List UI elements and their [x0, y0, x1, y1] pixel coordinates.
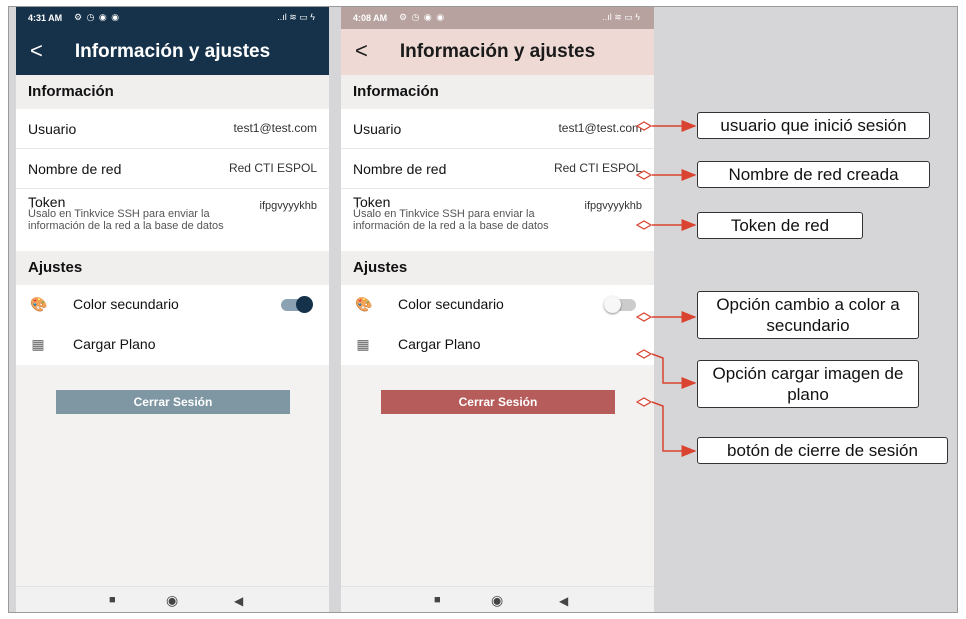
diamond-plan — [635, 349, 653, 359]
annotation-logout: botón de cierre de sesión — [697, 437, 948, 464]
connector-plan — [651, 353, 697, 389]
diamond-color — [635, 312, 653, 322]
diamond-token — [635, 220, 653, 230]
annotation-network: Nombre de red creada — [697, 161, 930, 188]
diamond-user — [635, 121, 653, 131]
annotation-plan: Opción cargar imagen de plano — [697, 360, 919, 408]
annotation-user: usuario que inició sesión — [697, 112, 930, 139]
diamond-network — [635, 170, 653, 180]
diamond-logout — [635, 397, 653, 407]
annotation-token: Token de red — [697, 212, 863, 239]
figure-frame: 4:31 AM ⚙ ◷ ◉ ◉ ..ıl ≋ ▭ ϟ < Información… — [8, 6, 958, 613]
annotation-color: Opción cambio a color a secundario — [697, 291, 919, 339]
connector-logout — [651, 401, 697, 457]
